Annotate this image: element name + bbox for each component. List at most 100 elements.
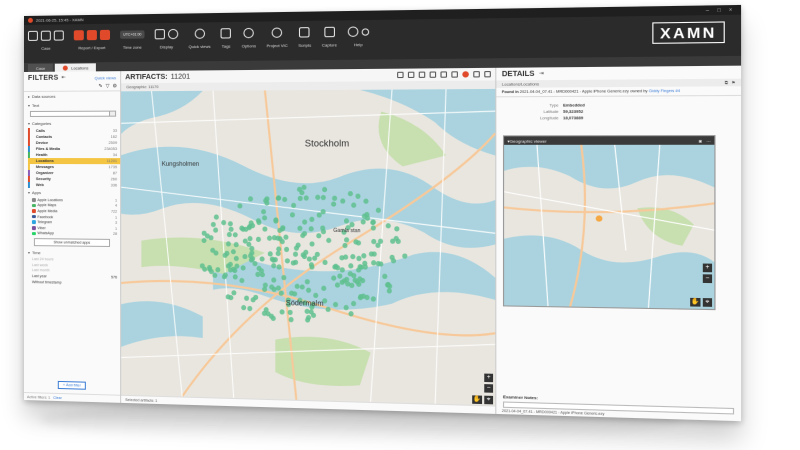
open-icon[interactable] <box>27 30 38 41</box>
location-point[interactable] <box>237 203 243 209</box>
location-point[interactable] <box>370 219 376 225</box>
location-point[interactable] <box>262 226 268 232</box>
quick-views-link[interactable]: Quick views <box>95 75 117 80</box>
location-point[interactable] <box>343 218 350 224</box>
location-point[interactable] <box>331 201 337 207</box>
gallery-view-icon[interactable] <box>418 71 426 78</box>
list-view-icon[interactable] <box>397 71 404 79</box>
section-text[interactable]: ▾ Text <box>24 100 120 110</box>
location-point[interactable] <box>302 230 308 237</box>
location-point[interactable] <box>355 193 361 199</box>
timezone-select[interactable]: UTC+01:00 <box>120 30 145 39</box>
location-point[interactable] <box>351 202 357 208</box>
location-point[interactable] <box>309 216 315 223</box>
zoom-in-button[interactable]: + <box>484 373 494 383</box>
camera-icon[interactable] <box>324 26 335 38</box>
geo-zoom-out-button[interactable]: − <box>702 274 713 284</box>
funnel-icon[interactable]: ▽ <box>106 83 110 90</box>
copy-icon[interactable]: ⧉ <box>725 80 728 84</box>
add-filter-button[interactable]: + Add filter <box>57 380 86 390</box>
location-point[interactable] <box>227 221 233 227</box>
location-point[interactable] <box>360 219 366 225</box>
connections-view-icon[interactable] <box>484 71 491 78</box>
export-pdf-icon[interactable] <box>99 29 111 41</box>
location-point[interactable] <box>320 209 326 215</box>
location-point[interactable] <box>375 207 381 213</box>
pan-tool-icon[interactable]: ✋ <box>472 395 483 405</box>
grid-view-icon[interactable] <box>429 71 437 78</box>
social-view-icon[interactable] <box>473 71 480 78</box>
location-point[interactable] <box>385 223 391 229</box>
map-view-icon[interactable] <box>462 71 469 78</box>
export-icon[interactable] <box>53 30 64 41</box>
pin-icon[interactable]: ✎ <box>98 83 102 90</box>
maximize-icon[interactable]: □ <box>713 7 725 14</box>
location-point[interactable] <box>239 225 245 231</box>
location-point[interactable] <box>282 196 288 203</box>
location-point[interactable] <box>296 186 303 193</box>
search-icon[interactable] <box>110 110 117 117</box>
minimize-icon[interactable]: – <box>702 7 714 14</box>
camera-small-icon[interactable]: ◙ <box>699 138 702 143</box>
info-icon[interactable] <box>361 27 369 36</box>
location-point[interactable] <box>370 225 376 231</box>
timeline-view-icon[interactable] <box>451 71 458 78</box>
location-point[interactable] <box>280 225 286 231</box>
app-item[interactable]: WhatsApp 28 <box>24 231 120 238</box>
location-point[interactable] <box>320 225 326 231</box>
section-categories[interactable]: ▾ Categories <box>24 119 120 128</box>
location-point[interactable] <box>315 194 321 200</box>
location-point[interactable] <box>320 194 326 201</box>
location-point[interactable] <box>361 213 368 219</box>
location-point[interactable] <box>201 230 207 236</box>
owner-link[interactable]: Giddy Fingers #4 <box>649 89 680 93</box>
location-point[interactable] <box>263 197 269 204</box>
location-point[interactable] <box>248 220 254 226</box>
location-point[interactable] <box>221 220 227 226</box>
artifacts-map[interactable]: Stockholm Södermalm Kungsholmen Gamla st… <box>121 89 495 406</box>
location-point[interactable] <box>340 198 346 204</box>
location-point[interactable] <box>210 221 216 228</box>
location-point[interactable] <box>332 195 338 201</box>
text-filter-input[interactable] <box>29 110 111 117</box>
location-point[interactable] <box>316 212 322 218</box>
location-point[interactable] <box>232 232 238 238</box>
location-point[interactable] <box>255 218 261 224</box>
geo-zoom-in-button[interactable]: + <box>702 263 713 273</box>
location-point[interactable] <box>303 195 309 201</box>
tag-details-icon[interactable]: ⚑ <box>731 80 735 85</box>
location-point[interactable] <box>297 225 303 231</box>
vic-icon[interactable] <box>271 27 283 38</box>
tab-case[interactable]: Case <box>27 63 54 72</box>
geo-pan-tool-icon[interactable]: ✋ <box>690 297 701 307</box>
save-icon[interactable] <box>40 30 51 41</box>
location-point[interactable] <box>273 217 279 223</box>
location-point[interactable] <box>322 187 328 193</box>
location-point[interactable] <box>228 226 234 232</box>
help-icon[interactable] <box>347 26 359 37</box>
location-point[interactable] <box>261 209 267 215</box>
location-point[interactable] <box>283 234 289 240</box>
display-icon[interactable] <box>154 29 165 40</box>
location-point[interactable] <box>271 235 277 241</box>
table-view-icon[interactable] <box>407 71 415 78</box>
time-item[interactable]: Without timestamp <box>24 280 120 287</box>
report-icon[interactable] <box>73 30 84 41</box>
close-icon[interactable]: × <box>725 7 737 14</box>
gear-icon[interactable] <box>243 27 255 39</box>
location-point[interactable] <box>394 226 400 232</box>
geo-viewer-map[interactable]: + − ✋ ⌖ <box>504 145 714 309</box>
location-point[interactable] <box>213 214 219 220</box>
location-point[interactable] <box>213 227 219 233</box>
scripts-icon[interactable] <box>299 27 311 38</box>
location-point[interactable] <box>347 191 353 197</box>
show-unmatched-apps-button[interactable]: Show unmatched apps <box>33 238 111 248</box>
location-point[interactable] <box>316 233 322 239</box>
chart-view-icon[interactable] <box>440 71 448 78</box>
settings-icon[interactable]: ⚙ <box>113 83 118 90</box>
location-point[interactable] <box>275 195 281 201</box>
locate-icon[interactable]: ⌖ <box>484 395 494 405</box>
location-point[interactable] <box>226 231 232 238</box>
collapse-icon[interactable]: ⇤ <box>62 75 66 81</box>
filter-icon[interactable] <box>167 28 179 40</box>
